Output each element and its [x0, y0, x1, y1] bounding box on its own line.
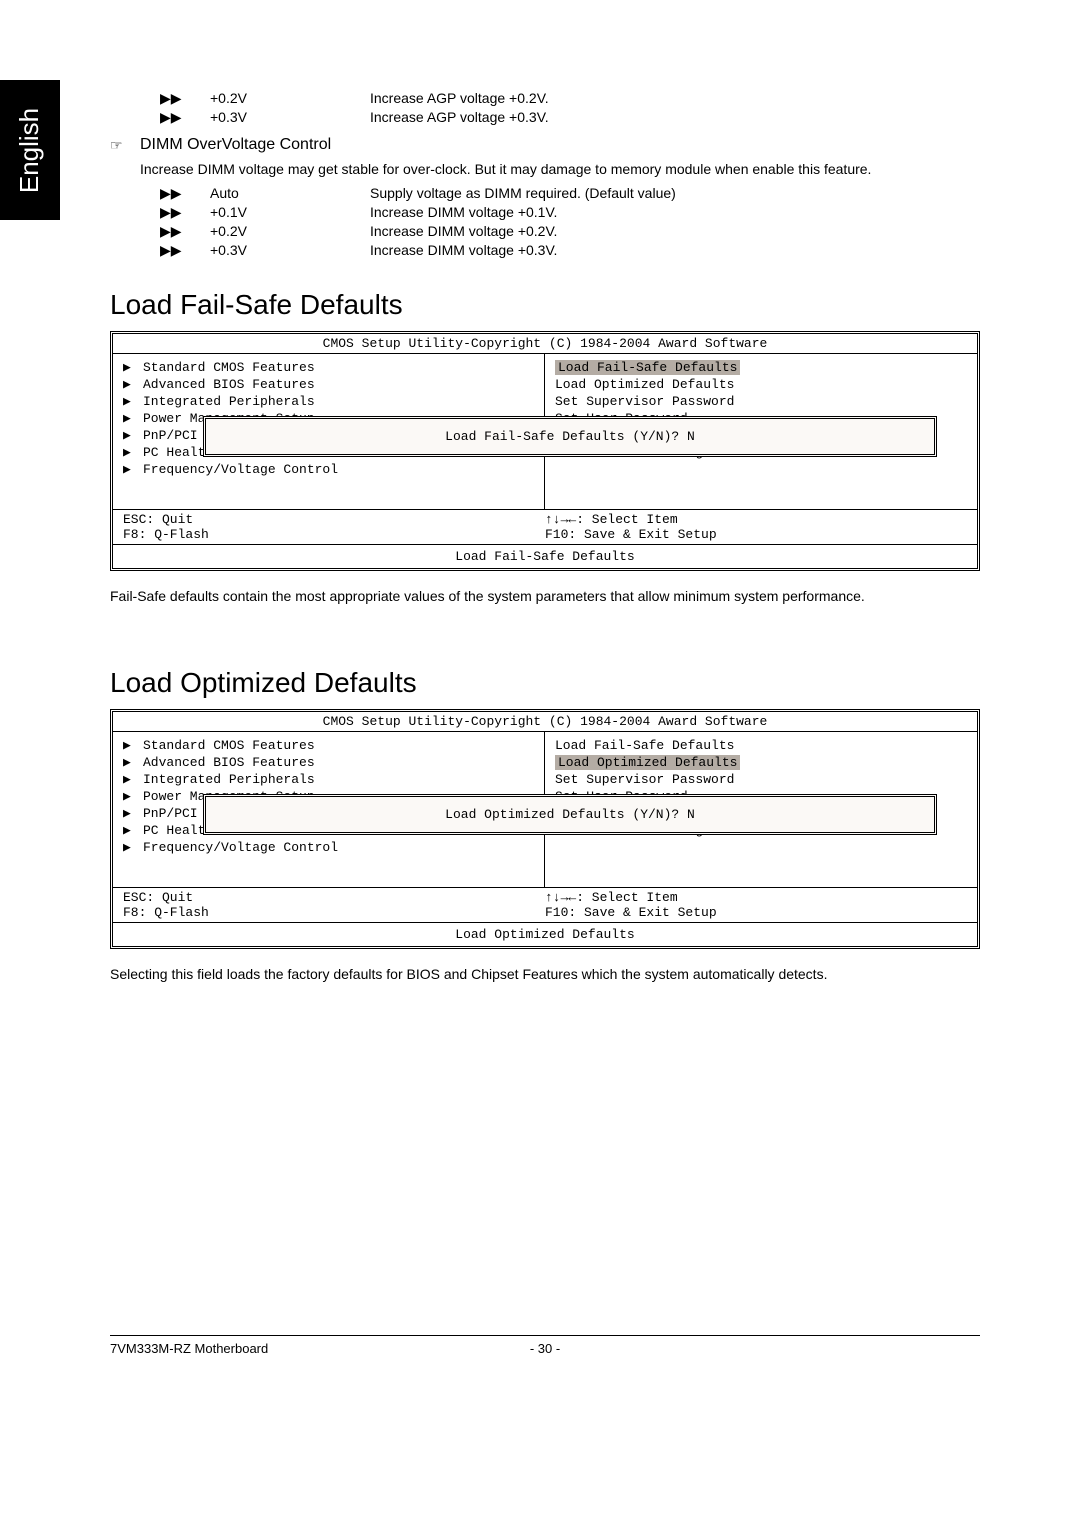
section1-title: Load Fail-Safe Defaults — [110, 289, 980, 321]
bios-menu-item[interactable]: Load Fail-Safe Defaults — [555, 738, 734, 753]
key-esc: ESC: Quit — [123, 512, 545, 527]
voltage-value: +0.2V — [210, 90, 370, 107]
key-f10: F10: Save & Exit Setup — [545, 527, 967, 542]
dialog-text: Load Fail-Safe Defaults (Y/N)? N — [445, 429, 695, 444]
bios-menu-item[interactable]: Frequency/Voltage Control — [143, 840, 338, 855]
dimm-voltage-options: ▶▶ Auto Supply voltage as DIMM required.… — [110, 185, 980, 259]
bios-dialog[interactable]: Load Fail-Safe Defaults (Y/N)? N — [203, 416, 937, 457]
voltage-value: +0.3V — [210, 242, 370, 259]
voltage-line: ▶▶ Auto Supply voltage as DIMM required.… — [110, 185, 980, 202]
voltage-value: +0.3V — [210, 109, 370, 126]
side-tab-label: English — [15, 107, 46, 192]
page-footer: 7VM333M-RZ Motherboard - 30 - — [110, 1335, 980, 1361]
marker-icon: ▶▶ — [110, 185, 210, 202]
bios-menu-item[interactable]: Set Supervisor Password — [555, 394, 734, 409]
footer-pagenum: - 30 - — [530, 1341, 560, 1356]
bios-menu-item[interactable]: Integrated Peripherals — [143, 394, 315, 409]
voltage-line: ▶▶ +0.3V Increase DIMM voltage +0.3V. — [110, 242, 980, 259]
marker-icon: ▶▶ — [110, 242, 210, 259]
bios-footer-status: Load Fail-Safe Defaults — [113, 544, 977, 568]
voltage-desc: Increase DIMM voltage +0.3V. — [370, 242, 980, 259]
dimm-desc: Increase DIMM voltage may get stable for… — [140, 159, 980, 180]
bios-header: CMOS Setup Utility-Copyright (C) 1984-20… — [113, 712, 977, 732]
voltage-value: +0.1V — [210, 204, 370, 221]
dialog-text: Load Optimized Defaults (Y/N)? N — [445, 807, 695, 822]
voltage-desc: Increase AGP voltage +0.2V. — [370, 90, 980, 107]
bios-header: CMOS Setup Utility-Copyright (C) 1984-20… — [113, 334, 977, 354]
bios-footer-keys: ESC: Quit F8: Q-Flash ↑↓→←: Select Item … — [113, 509, 977, 544]
bios-footer-status: Load Optimized Defaults — [113, 922, 977, 946]
bios-screen-optimized: CMOS Setup Utility-Copyright (C) 1984-20… — [110, 709, 980, 949]
agp-voltage-options: ▶▶ +0.2V Increase AGP voltage +0.2V. ▶▶ … — [110, 90, 980, 126]
bios-menu-item[interactable]: Standard CMOS Features — [143, 738, 315, 753]
bios-menu-item[interactable]: Advanced BIOS Features — [143, 755, 315, 770]
key-arrows: ↑↓→←: Select Item — [545, 512, 967, 527]
section2-after: Selecting this field loads the factory d… — [110, 964, 980, 985]
voltage-line: ▶▶ +0.2V Increase DIMM voltage +0.2V. — [110, 223, 980, 240]
section1-after: Fail-Safe defaults contain the most appr… — [110, 586, 980, 607]
key-f10: F10: Save & Exit Setup — [545, 905, 967, 920]
key-f8: F8: Q-Flash — [123, 527, 545, 542]
bios-dialog[interactable]: Load Optimized Defaults (Y/N)? N — [203, 794, 937, 835]
voltage-line: ▶▶ +0.2V Increase AGP voltage +0.2V. — [110, 90, 980, 107]
bios-menu-item[interactable]: Frequency/Voltage Control — [143, 462, 338, 477]
marker-icon: ▶▶ — [110, 223, 210, 240]
bios-menu-item[interactable]: Standard CMOS Features — [143, 360, 315, 375]
dimm-section-header: ☞ DIMM OverVoltage Control — [110, 136, 980, 154]
voltage-line: ▶▶ +0.1V Increase DIMM voltage +0.1V. — [110, 204, 980, 221]
bios-menu-item-selected[interactable]: Load Optimized Defaults — [555, 755, 740, 770]
marker-icon: ▶▶ — [110, 90, 210, 107]
voltage-desc: Increase DIMM voltage +0.1V. — [370, 204, 980, 221]
key-arrows: ↑↓→←: Select Item — [545, 890, 967, 905]
section2-title: Load Optimized Defaults — [110, 667, 980, 699]
voltage-value: +0.2V — [210, 223, 370, 240]
hand-icon: ☞ — [110, 137, 140, 154]
voltage-value: Auto — [210, 185, 370, 202]
voltage-desc: Increase DIMM voltage +0.2V. — [370, 223, 980, 240]
footer-left: 7VM333M-RZ Motherboard — [110, 1341, 268, 1356]
marker-icon: ▶▶ — [110, 109, 210, 126]
voltage-line: ▶▶ +0.3V Increase AGP voltage +0.3V. — [110, 109, 980, 126]
bios-menu-item-selected[interactable]: Load Fail-Safe Defaults — [555, 360, 740, 375]
voltage-desc: Supply voltage as DIMM required. (Defaul… — [370, 185, 980, 202]
bios-menu-item[interactable]: Load Optimized Defaults — [555, 377, 734, 392]
key-esc: ESC: Quit — [123, 890, 545, 905]
voltage-desc: Increase AGP voltage +0.3V. — [370, 109, 980, 126]
bios-menu-item[interactable]: Set Supervisor Password — [555, 772, 734, 787]
side-tab: English — [0, 80, 60, 220]
bios-footer-keys: ESC: Quit F8: Q-Flash ↑↓→←: Select Item … — [113, 887, 977, 922]
marker-icon: ▶▶ — [110, 204, 210, 221]
key-f8: F8: Q-Flash — [123, 905, 545, 920]
bios-menu-item[interactable]: Integrated Peripherals — [143, 772, 315, 787]
dimm-title: DIMM OverVoltage Control — [140, 136, 331, 154]
bios-menu-item[interactable]: Advanced BIOS Features — [143, 377, 315, 392]
bios-screen-failsafe: CMOS Setup Utility-Copyright (C) 1984-20… — [110, 331, 980, 571]
